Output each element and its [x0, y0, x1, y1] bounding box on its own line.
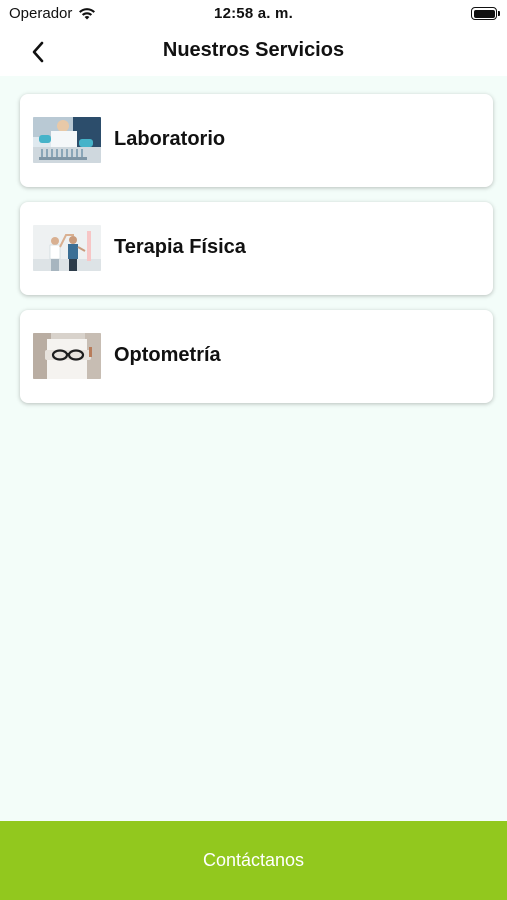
battery-icon	[471, 7, 500, 20]
service-label: Laboratorio	[114, 128, 226, 150]
contact-button[interactable]: Contáctanos	[0, 821, 507, 900]
service-label: Optometría	[114, 344, 221, 366]
page-title: Nuestros Servicios	[162, 39, 345, 61]
service-card-laboratorio[interactable]: Laboratorio	[20, 94, 493, 187]
service-list: Laboratorio Terapia Física Optometría	[20, 94, 493, 418]
service-card-terapia-fisica[interactable]: Terapia Física	[20, 202, 493, 295]
physical-therapy-photo	[33, 225, 101, 271]
laboratory-photo	[33, 117, 101, 163]
service-card-optometria[interactable]: Optometría	[20, 310, 493, 403]
status-time: 12:58 a. m.	[214, 5, 293, 22]
service-label: Terapia Física	[114, 236, 246, 258]
navigation-bar: Nuestros Servicios	[0, 28, 507, 76]
optometry-photo	[33, 333, 101, 379]
status-bar: Operador 12:58 a. m.	[0, 0, 507, 28]
